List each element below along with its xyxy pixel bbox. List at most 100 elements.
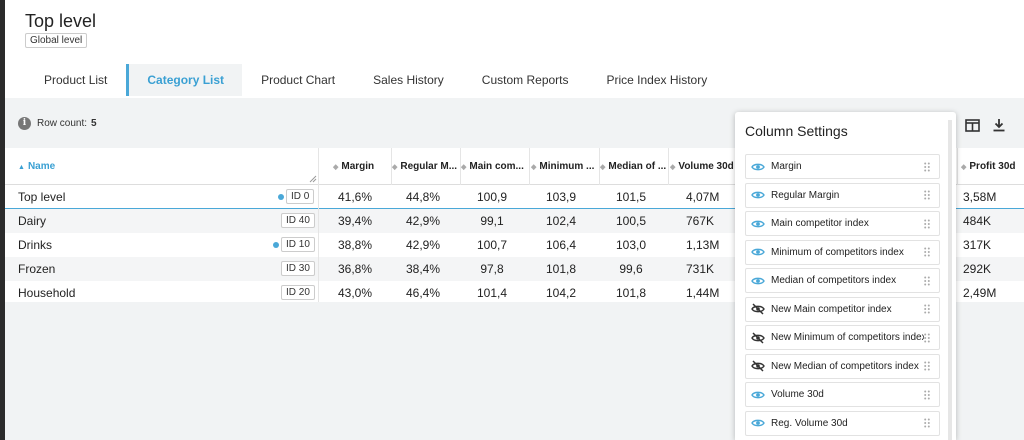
id-badge: ID 10: [281, 237, 315, 252]
column-setting-label: New Minimum of competitors index: [771, 332, 924, 343]
cell-name: Top level: [18, 190, 66, 204]
id-badge: ID 20: [281, 285, 315, 300]
cell-median: 101,5: [615, 190, 647, 204]
drag-handle-icon[interactable]: [924, 219, 932, 229]
drag-handle-icon[interactable]: [924, 276, 932, 286]
column-setting-item[interactable]: Minimum of competitors index: [745, 239, 940, 265]
column-setting-label: Minimum of competitors index: [771, 246, 904, 258]
column-setting-label: Median of competitors index: [771, 275, 897, 286]
column-setting-label: New Main competitor index: [771, 303, 892, 315]
panel-scrollbar[interactable]: [948, 120, 952, 440]
drag-handle-icon[interactable]: [924, 304, 932, 314]
column-setting-item[interactable]: New Main competitor index: [745, 296, 940, 322]
cell-regular-margin: 38,4%: [405, 262, 441, 276]
id-badge: ID 30: [281, 261, 315, 276]
sort-icon: ◆: [600, 164, 606, 171]
eye-icon[interactable]: [751, 388, 765, 402]
cell-median: 101,8: [615, 286, 647, 300]
column-settings-title: Column Settings: [745, 123, 848, 139]
column-setting-item[interactable]: Margin: [745, 154, 940, 179]
download-icon[interactable]: [990, 116, 1008, 134]
column-setting-item[interactable]: Main competitor index: [745, 211, 940, 236]
cell-name: Drinks: [18, 238, 53, 252]
sort-asc-icon: ▲: [18, 164, 25, 171]
status-dot: [278, 194, 284, 200]
cell-main-competitor: 101,4: [476, 286, 508, 300]
sort-icon: ◆: [333, 164, 339, 171]
drag-handle-icon[interactable]: [924, 162, 932, 172]
eye-off-icon[interactable]: [751, 359, 765, 373]
column-header-regular-margin[interactable]: ◆ Regular M...: [392, 148, 460, 185]
eye-icon[interactable]: [751, 217, 765, 231]
column-setting-item[interactable]: Reg. Volume 30d: [745, 410, 940, 436]
tab-category-list[interactable]: Category List: [126, 64, 243, 96]
cell-margin: 36,8%: [337, 262, 373, 276]
sort-icon: ◆: [531, 164, 537, 171]
column-setting-item[interactable]: Median of competitors index: [745, 268, 940, 293]
cell-margin: 38,8%: [337, 238, 373, 252]
id-badge: ID 40: [281, 213, 315, 228]
column-setting-item[interactable]: New Median of competitors index: [745, 353, 940, 379]
cell-volume-30d: 767K: [686, 214, 715, 228]
column-header-minimum[interactable]: ◆ Minimum ...: [531, 148, 599, 185]
columns-icon[interactable]: [963, 116, 981, 134]
cell-minimum: 101,8: [545, 262, 577, 276]
column-divider: [529, 148, 530, 185]
column-setting-label: Regular Margin: [771, 189, 840, 201]
drag-handle-icon[interactable]: [924, 418, 932, 428]
cell-minimum: 103,9: [545, 190, 577, 204]
column-setting-item[interactable]: Volume 30d: [745, 382, 940, 407]
column-setting-item[interactable]: Regular Margin: [745, 182, 940, 208]
cell-name: Household: [18, 286, 76, 300]
page-header: Top level Global level Product List Cate…: [5, 0, 1024, 98]
cell-main-competitor: 99,1: [480, 214, 504, 228]
drag-handle-icon[interactable]: [924, 361, 932, 371]
eye-icon[interactable]: [751, 274, 765, 288]
cell-profit-30d: 2,49M: [963, 286, 997, 300]
sort-icon: ◆: [961, 164, 967, 171]
eye-off-icon[interactable]: [751, 302, 765, 316]
tab-product-list[interactable]: Product List: [25, 64, 126, 96]
column-setting-label: New Median of competitors index: [771, 360, 919, 372]
column-header-margin[interactable]: ◆ Margin: [333, 148, 393, 185]
cell-volume-30d: 1,13M: [686, 238, 720, 252]
cell-minimum: 102,4: [545, 214, 577, 228]
resize-grip-icon[interactable]: [309, 175, 317, 183]
column-divider: [668, 148, 669, 185]
eye-icon[interactable]: [751, 160, 765, 174]
sort-icon: ◆: [392, 164, 398, 171]
cell-margin: 43,0%: [337, 286, 373, 300]
tab-product-chart[interactable]: Product Chart: [242, 64, 354, 96]
cell-median: 100,5: [615, 214, 647, 228]
column-setting-item[interactable]: New Minimum of competitors index: [745, 325, 940, 350]
drag-handle-icon[interactable]: [924, 333, 932, 343]
tab-custom-reports[interactable]: Custom Reports: [463, 64, 588, 96]
tab-sales-history[interactable]: Sales History: [354, 64, 463, 96]
eye-off-icon[interactable]: [751, 331, 765, 345]
cell-main-competitor: 100,9: [476, 190, 508, 204]
eye-icon[interactable]: [751, 416, 765, 430]
column-header-median[interactable]: ◆ Median of ...: [600, 148, 668, 185]
drag-handle-icon[interactable]: [924, 190, 932, 200]
column-divider: [318, 185, 319, 302]
eye-icon[interactable]: [751, 188, 765, 202]
column-setting-label: Reg. Volume 30d: [771, 417, 848, 429]
drag-handle-icon[interactable]: [924, 390, 932, 400]
cell-median: 103,0: [615, 238, 647, 252]
drag-handle-icon[interactable]: [924, 247, 932, 257]
tab-bar: Product List Category List Product Chart…: [25, 64, 726, 98]
cell-regular-margin: 42,9%: [405, 238, 441, 252]
column-header-volume-30d[interactable]: ◆ Volume 30d: [670, 148, 740, 185]
cell-volume-30d: 731K: [686, 262, 715, 276]
cell-profit-30d: 292K: [963, 262, 992, 276]
cell-name: Dairy: [18, 214, 47, 228]
column-header-profit-30d[interactable]: ◆ Profit 30d: [961, 148, 1021, 185]
cell-minimum: 104,2: [545, 286, 577, 300]
column-header-main-competitor[interactable]: ◆ Main com...: [461, 148, 529, 185]
cell-profit-30d: 317K: [963, 238, 992, 252]
level-badge: Global level: [25, 33, 88, 48]
eye-icon[interactable]: [751, 245, 765, 259]
tab-price-index-history[interactable]: Price Index History: [588, 64, 727, 96]
row-count: i Row count: 5: [18, 117, 97, 130]
column-header-name[interactable]: ▲ Name: [18, 148, 298, 185]
